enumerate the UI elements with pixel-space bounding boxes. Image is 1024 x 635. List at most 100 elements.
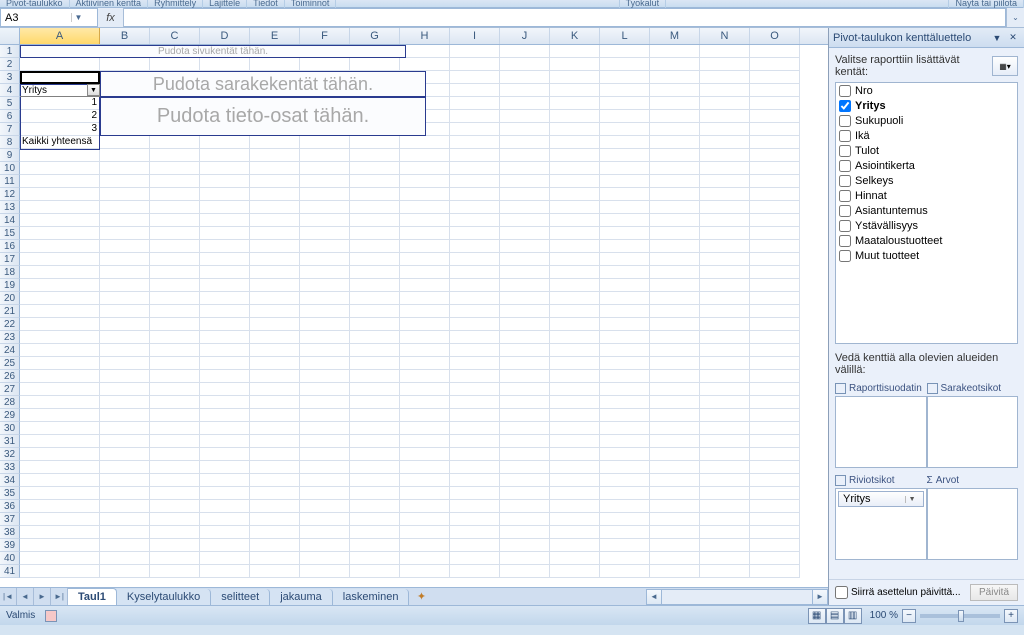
cell[interactable] — [600, 279, 650, 292]
ribbon-group[interactable]: Nayta tai piilota — [949, 0, 1024, 8]
cell[interactable] — [150, 214, 200, 227]
cell[interactable] — [150, 149, 200, 162]
cell[interactable] — [500, 422, 550, 435]
cell[interactable] — [20, 266, 100, 279]
cell[interactable] — [600, 214, 650, 227]
pivot-page-filter-dropzone[interactable]: Pudota sivukentät tähän. — [20, 45, 406, 58]
cell[interactable] — [150, 253, 200, 266]
ribbon-group[interactable] — [336, 0, 619, 8]
cell[interactable] — [400, 240, 450, 253]
cell[interactable] — [150, 240, 200, 253]
ribbon-group[interactable]: Toiminnot — [285, 0, 337, 8]
cell[interactable] — [20, 292, 100, 305]
field-checkbox[interactable] — [839, 85, 851, 97]
cell[interactable] — [400, 45, 450, 58]
cell[interactable] — [500, 188, 550, 201]
sheet-tab[interactable]: Kyselytaulukko — [117, 589, 211, 605]
cell[interactable] — [650, 487, 700, 500]
cell[interactable] — [150, 357, 200, 370]
cell[interactable] — [400, 58, 450, 71]
cell[interactable] — [750, 136, 800, 149]
cell[interactable] — [20, 474, 100, 487]
cell[interactable] — [200, 175, 250, 188]
cell[interactable] — [700, 175, 750, 188]
cell[interactable] — [100, 292, 150, 305]
column-header[interactable]: M — [650, 28, 700, 44]
pivot-row-value[interactable]: 1 — [20, 97, 100, 110]
cell[interactable] — [150, 448, 200, 461]
row-header[interactable]: 38 — [0, 526, 20, 539]
defer-update-checkbox-label[interactable]: Siirrä asettelun päivittä... — [835, 586, 964, 599]
column-header[interactable]: I — [450, 28, 500, 44]
cell[interactable] — [20, 240, 100, 253]
cell[interactable] — [600, 136, 650, 149]
cell[interactable] — [750, 71, 800, 84]
cell[interactable] — [450, 396, 500, 409]
zoom-in-button[interactable]: + — [1004, 609, 1018, 623]
cell[interactable] — [300, 409, 350, 422]
cell[interactable] — [250, 214, 300, 227]
column-header[interactable]: C — [150, 28, 200, 44]
new-sheet-button[interactable]: ✦ — [409, 588, 433, 605]
cell[interactable] — [650, 84, 700, 97]
cell[interactable] — [600, 318, 650, 331]
cell[interactable] — [300, 266, 350, 279]
cell[interactable] — [250, 448, 300, 461]
cell[interactable] — [450, 500, 500, 513]
cell[interactable] — [400, 513, 450, 526]
cell[interactable] — [100, 175, 150, 188]
page-break-view-button[interactable]: ▥ — [844, 608, 862, 624]
cell[interactable] — [500, 448, 550, 461]
sheet-tab[interactable]: laskeminen — [333, 589, 410, 605]
cell[interactable] — [100, 357, 150, 370]
cell[interactable] — [600, 162, 650, 175]
cell[interactable] — [350, 188, 400, 201]
cell[interactable] — [550, 45, 600, 58]
field-list-item[interactable]: Selkeys — [836, 173, 1017, 188]
row-header[interactable]: 30 — [0, 422, 20, 435]
cell[interactable] — [250, 500, 300, 513]
row-header[interactable]: 7 — [0, 123, 20, 136]
cell[interactable] — [700, 435, 750, 448]
cell[interactable] — [750, 162, 800, 175]
cell[interactable] — [750, 279, 800, 292]
cell[interactable] — [650, 292, 700, 305]
cell[interactable] — [500, 526, 550, 539]
cell[interactable] — [600, 58, 650, 71]
cell[interactable] — [650, 201, 700, 214]
cell[interactable] — [550, 448, 600, 461]
cell[interactable] — [550, 526, 600, 539]
cell[interactable] — [300, 383, 350, 396]
cell[interactable] — [100, 58, 150, 71]
cell[interactable] — [200, 526, 250, 539]
row-header[interactable]: 39 — [0, 539, 20, 552]
cell[interactable] — [400, 409, 450, 422]
cell[interactable] — [400, 331, 450, 344]
cell[interactable] — [150, 175, 200, 188]
cell[interactable] — [700, 45, 750, 58]
cell[interactable] — [300, 201, 350, 214]
cell[interactable] — [600, 227, 650, 240]
field-checkbox[interactable] — [839, 115, 851, 127]
cell[interactable] — [20, 331, 100, 344]
cell[interactable] — [500, 201, 550, 214]
zoom-level-label[interactable]: 100 % — [870, 610, 898, 621]
cell[interactable] — [400, 214, 450, 227]
cell[interactable] — [400, 500, 450, 513]
cell[interactable] — [150, 422, 200, 435]
cell[interactable] — [400, 370, 450, 383]
cell[interactable] — [700, 305, 750, 318]
formula-input[interactable] — [124, 8, 1006, 27]
cell[interactable] — [300, 526, 350, 539]
field-list-item[interactable]: Tulot — [836, 143, 1017, 158]
field-list-item[interactable]: Asiointikerta — [836, 158, 1017, 173]
cell[interactable] — [500, 344, 550, 357]
pivot-row-field-dropdown[interactable]: ▼ — [87, 84, 100, 96]
cell[interactable] — [200, 149, 250, 162]
cell[interactable] — [200, 344, 250, 357]
rows-area-dropzone[interactable]: Yritys ▼ — [835, 488, 927, 560]
cell[interactable] — [20, 318, 100, 331]
cell[interactable] — [750, 383, 800, 396]
cell[interactable] — [650, 266, 700, 279]
cell[interactable] — [100, 266, 150, 279]
